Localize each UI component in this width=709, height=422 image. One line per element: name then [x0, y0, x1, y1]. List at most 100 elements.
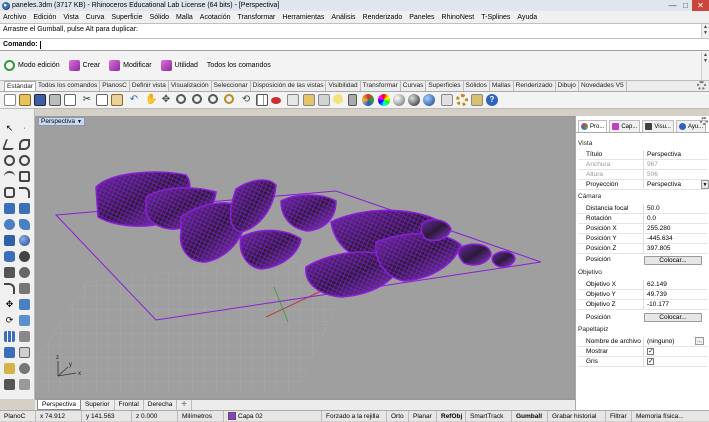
fillet-icon[interactable] [4, 283, 15, 294]
browse-file-button[interactable]: … [695, 337, 704, 345]
undo-icon[interactable]: ↶ [128, 94, 140, 106]
point-icon[interactable]: · [19, 123, 30, 134]
new-file-icon[interactable] [4, 94, 16, 106]
toggle-gumball[interactable]: Gumball [512, 410, 548, 422]
tab-solidos[interactable]: Sólidos [464, 81, 490, 91]
rectangle-icon[interactable] [19, 171, 30, 182]
surface-icon[interactable] [4, 203, 15, 214]
quick-modify[interactable]: Modificar [109, 60, 152, 71]
toggle-forzado-rejilla[interactable]: Forzado a la rejilla [322, 410, 387, 422]
render-sphere-icon[interactable] [393, 94, 405, 106]
trim-icon[interactable] [19, 283, 30, 294]
tab-novedades[interactable]: Novedades V5 [579, 81, 627, 91]
row-objetivo-z[interactable]: Objetivo Z -10.177 [578, 300, 708, 310]
mostrar-checkbox[interactable] [647, 347, 654, 357]
viewport-dropdown-icon[interactable]: ▼ [77, 119, 82, 125]
row-posicion-y-value[interactable]: -445.634 [643, 234, 708, 243]
row-objetivo-z-value[interactable]: -10.177 [643, 300, 708, 309]
command-history-scrollbar[interactable]: ▲ ▼ [701, 24, 709, 38]
menu-acotacion[interactable]: Acotación [200, 14, 231, 21]
close-button[interactable]: ✕ [692, 0, 709, 11]
quick-create[interactable]: Crear [68, 60, 100, 71]
freeform-icon[interactable] [19, 187, 30, 198]
select-arrow-icon[interactable]: ↖ [4, 123, 15, 134]
row-objetivo-y[interactable]: Objetivo Y 49.739 [578, 290, 708, 300]
save-icon[interactable] [34, 94, 46, 106]
menu-vista[interactable]: Vista [63, 14, 78, 21]
print-icon[interactable] [49, 94, 61, 106]
scale-icon[interactable] [19, 315, 30, 326]
row-proyeccion[interactable]: Proyección Perspectiva ▼ [578, 180, 709, 190]
arc-icon[interactable] [4, 171, 15, 182]
perspective-viewport[interactable]: x y z [36, 117, 574, 398]
menu-ayuda[interactable]: Ayuda [517, 14, 537, 21]
zoom-icon[interactable] [176, 94, 186, 104]
pan-icon[interactable]: ✋ [145, 94, 157, 106]
menu-archivo[interactable]: Archivo [3, 14, 26, 21]
tab-superficies[interactable]: Superficies [426, 81, 464, 91]
grid-icon[interactable] [318, 94, 330, 106]
transform-tool-icon[interactable] [4, 379, 15, 390]
row-distancia-focal-value[interactable]: 50.0 [643, 204, 708, 213]
menu-herramientas[interactable]: Herramientas [282, 14, 324, 21]
material-icon[interactable] [362, 94, 374, 106]
cplane-icon[interactable] [271, 97, 281, 104]
row-titulo[interactable]: Título Perspectiva [578, 150, 708, 160]
split-icon[interactable] [19, 267, 30, 278]
viewport-tab-perspectiva[interactable]: Perspectiva [37, 400, 81, 410]
quickbar-scrollbar[interactable]: ▲ ▼ [701, 52, 709, 80]
row-gris[interactable]: Gris [578, 357, 708, 367]
menu-solido[interactable]: Sólido [150, 14, 169, 21]
menu-malla[interactable]: Malla [176, 14, 193, 21]
toggle-orto[interactable]: Orto [387, 410, 409, 422]
row-posicion-z[interactable]: Posición Z 397.805 [578, 244, 708, 254]
cylinder-icon[interactable] [4, 251, 15, 262]
tab-definir-vista[interactable]: Definir vista [130, 81, 169, 91]
panel-options-gear-icon[interactable] [700, 117, 708, 125]
zoom-selected-icon[interactable] [224, 94, 234, 104]
toggle-smarttrack[interactable]: SmartTrack [466, 410, 512, 422]
viewport-tab-superior[interactable]: Superior [81, 400, 115, 410]
rotate-view-icon[interactable]: ⟲ [240, 94, 252, 106]
cut-icon[interactable]: ✂ [81, 94, 93, 106]
polyline-icon[interactable] [1, 139, 18, 150]
quick-edit-mode[interactable]: Modo edición [4, 60, 60, 71]
tab-visualizacion[interactable]: Visualización [169, 81, 212, 91]
tab-visibilidad[interactable]: Visibilidad [326, 81, 361, 91]
tab-renderizado[interactable]: Renderizado [514, 81, 556, 91]
objetivo-colocar-button[interactable]: Colocar... [644, 313, 702, 322]
box-icon[interactable] [4, 235, 15, 246]
row-posicion-x-value[interactable]: 255.280 [643, 224, 708, 233]
viewport-tab-frontal[interactable]: Frontal [115, 400, 144, 410]
rotate-icon[interactable]: ⟳ [4, 315, 15, 326]
mesh-icon[interactable] [4, 267, 15, 278]
toolbar-layout-icon[interactable] [471, 94, 483, 106]
row-objetivo-y-value[interactable]: 49.739 [643, 290, 708, 299]
copy-icon[interactable] [96, 94, 108, 106]
command-line[interactable]: Comando: [0, 38, 709, 51]
menu-tsplines[interactable]: T-Splines [481, 14, 510, 21]
viewport-title[interactable]: Perspectiva ▼ [38, 117, 85, 126]
sphere-icon[interactable] [19, 235, 30, 246]
tab-transformar[interactable]: Transformar [361, 81, 401, 91]
lightbulb-icon[interactable] [333, 94, 343, 104]
loft-icon[interactable] [4, 219, 15, 230]
menu-analisis[interactable]: Análisis [331, 14, 355, 21]
menu-rhinonest[interactable]: RhinoNest [442, 14, 475, 21]
toggle-planar[interactable]: Planar [409, 410, 437, 422]
polygon-icon[interactable] [4, 187, 15, 198]
render-tool-icon[interactable] [19, 347, 30, 358]
row-posicion-y[interactable]: Posición Y -445.634 [578, 234, 708, 244]
open-file-icon[interactable] [19, 94, 31, 106]
menu-edicion[interactable]: Edición [33, 14, 56, 21]
boolean-icon[interactable] [19, 251, 30, 262]
tab-estandar[interactable]: Estándar [4, 81, 37, 91]
four-views-icon[interactable] [256, 94, 268, 106]
camara-colocar-button[interactable]: Colocar... [644, 256, 702, 265]
toggle-refobj[interactable]: RefObj [437, 410, 466, 422]
row-objetivo-x-value[interactable]: 62.149 [643, 280, 708, 289]
menu-curva[interactable]: Curva [86, 14, 105, 21]
tab-mallas[interactable]: Mallas [490, 81, 514, 91]
add-viewport-icon[interactable]: ✛ [177, 400, 192, 410]
row-proyeccion-value[interactable]: Perspectiva [643, 180, 708, 189]
